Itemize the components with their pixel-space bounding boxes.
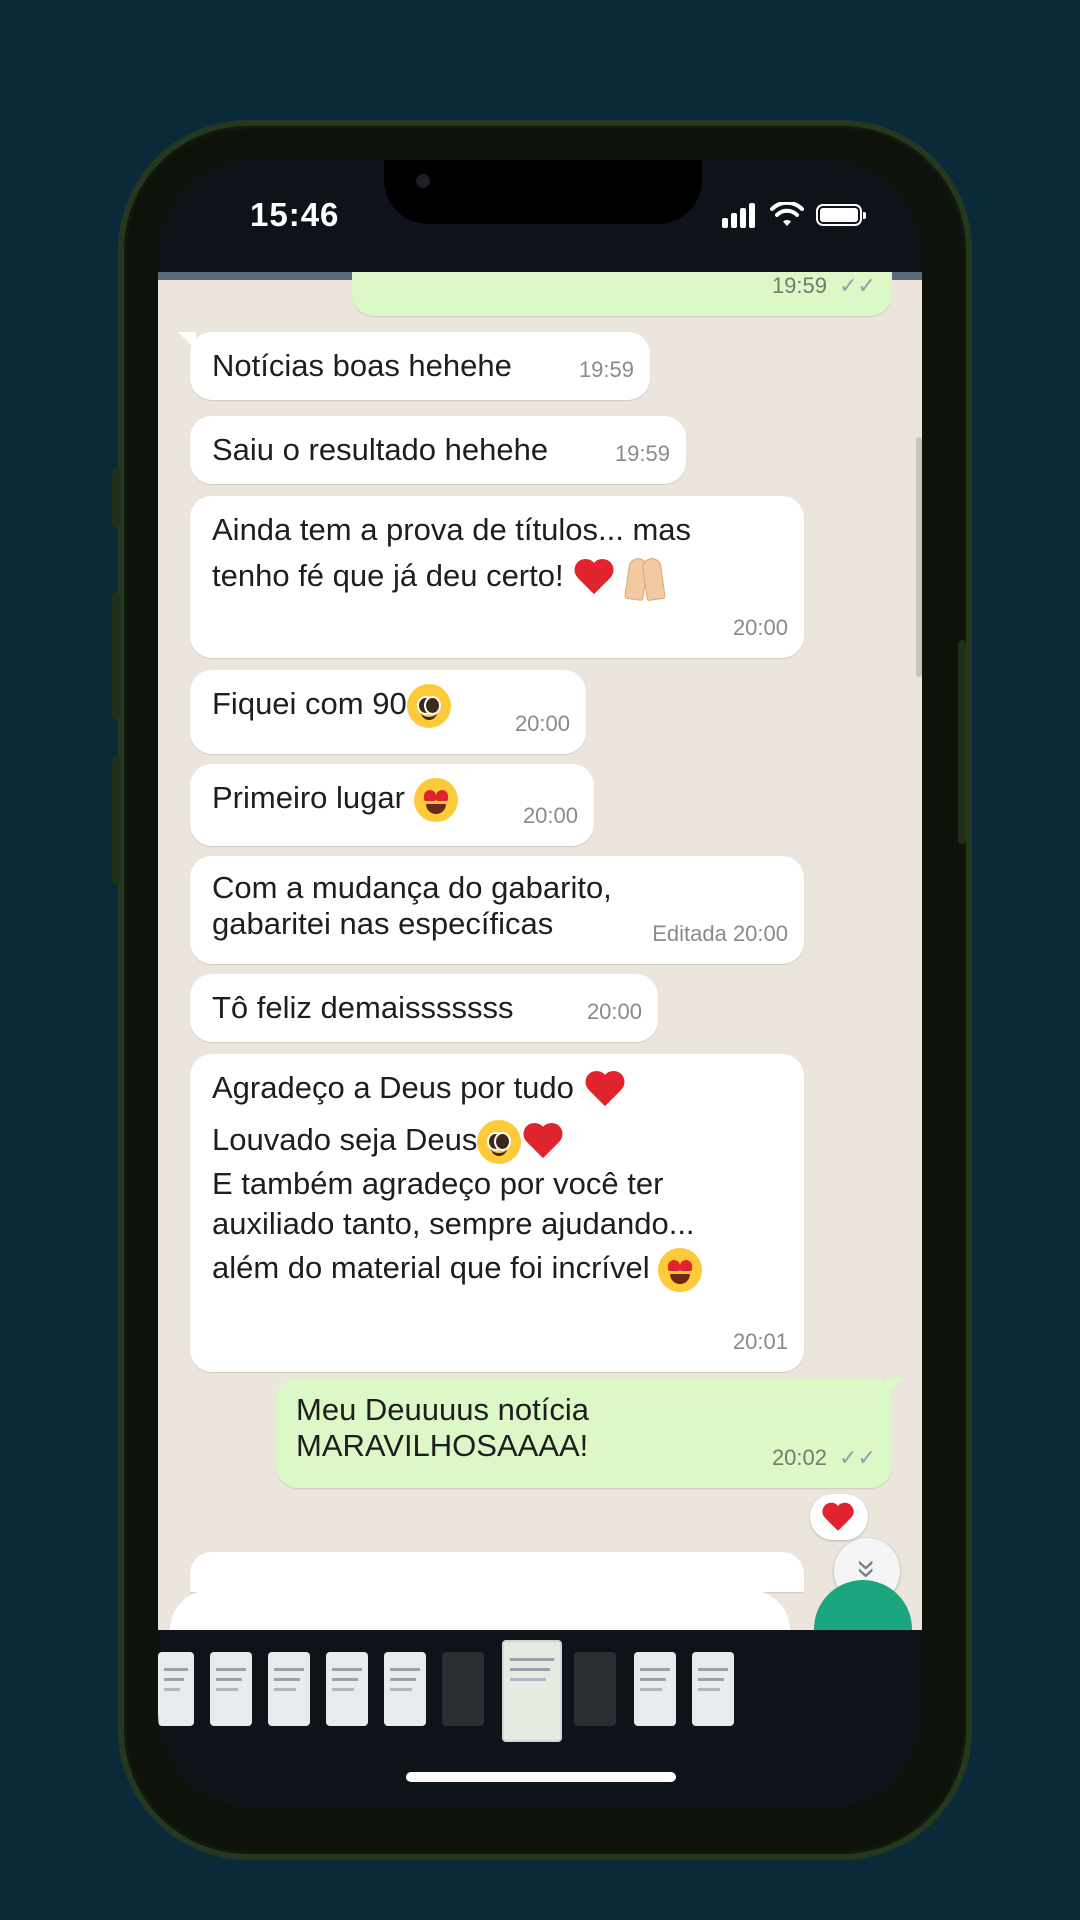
- scrollbar[interactable]: [916, 437, 922, 677]
- chevron-double-down-icon: »: [847, 1559, 886, 1579]
- thumbnail[interactable]: [326, 1652, 368, 1726]
- notch: [384, 160, 702, 224]
- thumbnail[interactable]: [268, 1652, 310, 1726]
- message-bubble-outgoing[interactable]: Meu Deuuuus notícia MARAVILHOSAAAA! 20:0…: [276, 1378, 904, 1488]
- chat-area[interactable]: 19:59 ✓✓ Notícias boas hehehe 19:59 Saiu…: [158, 272, 922, 1630]
- message-bubble-incoming[interactable]: Tô feliz demaisssssss 20:00: [190, 974, 658, 1042]
- phone-screen: 15:46 19:59 ✓✓ Notícias boas hehehe 19:5…: [158, 160, 922, 1808]
- message-time: 20:00: [732, 921, 788, 946]
- message-time: 20:00: [514, 711, 570, 736]
- read-receipt-icon: ✓✓: [839, 1445, 876, 1470]
- red-heart-emoji-icon: [583, 1070, 627, 1110]
- message-text: Saiu o resultado hehehe: [212, 432, 549, 467]
- status-bar: 15:46: [158, 160, 922, 270]
- read-receipt-icon: ✓✓: [839, 273, 876, 298]
- edited-label: Editada: [652, 921, 727, 946]
- thumbnail[interactable]: [158, 1652, 194, 1726]
- message-text: Notícias boas hehehe: [212, 348, 512, 383]
- message-bubble-incoming[interactable]: Saiu o resultado hehehe 19:59: [190, 416, 686, 484]
- red-heart-emoji-icon: [521, 1122, 565, 1162]
- battery-icon: [816, 204, 866, 226]
- red-heart-emoji-icon: [820, 1502, 855, 1534]
- message-text-line: Louvado seja Deus: [212, 1122, 478, 1157]
- message-text-line: E também agradeço por você ter: [212, 1165, 664, 1201]
- message-time: 20:00: [522, 803, 578, 828]
- status-time: 15:46: [250, 196, 340, 233]
- message-text-line: Com a mudança do gabarito,: [212, 870, 612, 905]
- message-time: 19:59: [578, 357, 634, 382]
- message-text-line: Meu Deuuuus notícia: [296, 1392, 589, 1427]
- pleading-face-emoji-icon: [477, 1119, 522, 1164]
- message-text: Tô feliz demaisssssss: [212, 990, 514, 1025]
- phone-power-button: [958, 640, 966, 844]
- cellular-signal-icon: [722, 202, 758, 228]
- thumbnail[interactable]: [692, 1652, 734, 1726]
- message-time: 20:00: [732, 615, 788, 640]
- message-bubble-incoming[interactable]: Ainda tem a prova de títulos... mas tenh…: [190, 496, 804, 658]
- heart-eyes-emoji-icon: [413, 778, 458, 822]
- thumbnail[interactable]: [574, 1652, 616, 1726]
- folded-hands-emoji-icon: [625, 556, 665, 600]
- front-camera: [416, 174, 430, 188]
- message-time: 19:59: [614, 441, 670, 466]
- phone-volume-up: [112, 592, 120, 720]
- message-text-line: tenho fé que já deu certo!: [212, 558, 564, 594]
- message-text-line: Ainda tem a prova de títulos... mas: [212, 512, 692, 547]
- message-meta: 19:59 ✓✓: [772, 272, 876, 306]
- message-text: Primeiro lugar: [212, 780, 405, 816]
- message-time: 19:59: [771, 273, 827, 298]
- message-bubble-incoming[interactable]: Notícias boas hehehe 19:59: [178, 332, 650, 400]
- phone-side-button: [112, 468, 120, 528]
- message-bubble-incoming[interactable]: Com a mudança do gabarito, gabaritei nas…: [190, 856, 804, 964]
- message-text-line: auxiliado tanto, sempre ajudando...: [212, 1205, 695, 1241]
- thumbnail[interactable]: [442, 1652, 484, 1726]
- thumbnail[interactable]: [384, 1652, 426, 1726]
- thumbnail[interactable]: [210, 1652, 252, 1726]
- message-time: 20:00: [586, 999, 642, 1024]
- gallery-thumbnail-strip[interactable]: [158, 1630, 922, 1750]
- message-bubble-outgoing[interactable]: 19:59 ✓✓: [352, 272, 892, 316]
- thumbnail-selected[interactable]: [502, 1640, 562, 1742]
- wifi-icon: [770, 202, 804, 226]
- message-reaction[interactable]: [810, 1494, 868, 1540]
- pleading-face-emoji-icon: [406, 684, 451, 728]
- message-text: Fiquei com 90: [212, 686, 407, 722]
- home-indicator[interactable]: [406, 1772, 676, 1782]
- heart-eyes-emoji-icon: [658, 1247, 703, 1292]
- thumbnail[interactable]: [634, 1652, 676, 1726]
- message-bubble-incoming[interactable]: Fiquei com 90 20:00: [190, 670, 586, 754]
- status-icons: [722, 200, 866, 230]
- red-heart-emoji-icon: [572, 558, 616, 598]
- message-time: 20:01: [732, 1329, 788, 1354]
- phone-volume-down: [112, 756, 120, 884]
- message-text-line: Agradeço a Deus por tudo: [212, 1070, 574, 1105]
- message-text-line: além do material que foi incrível: [212, 1250, 650, 1285]
- message-time: 20:02: [771, 1445, 827, 1470]
- message-bubble-incoming[interactable]: Agradeço a Deus por tudo Louvado seja De…: [190, 1054, 804, 1372]
- message-bubble-incoming[interactable]: Primeiro lugar 20:00: [190, 764, 594, 846]
